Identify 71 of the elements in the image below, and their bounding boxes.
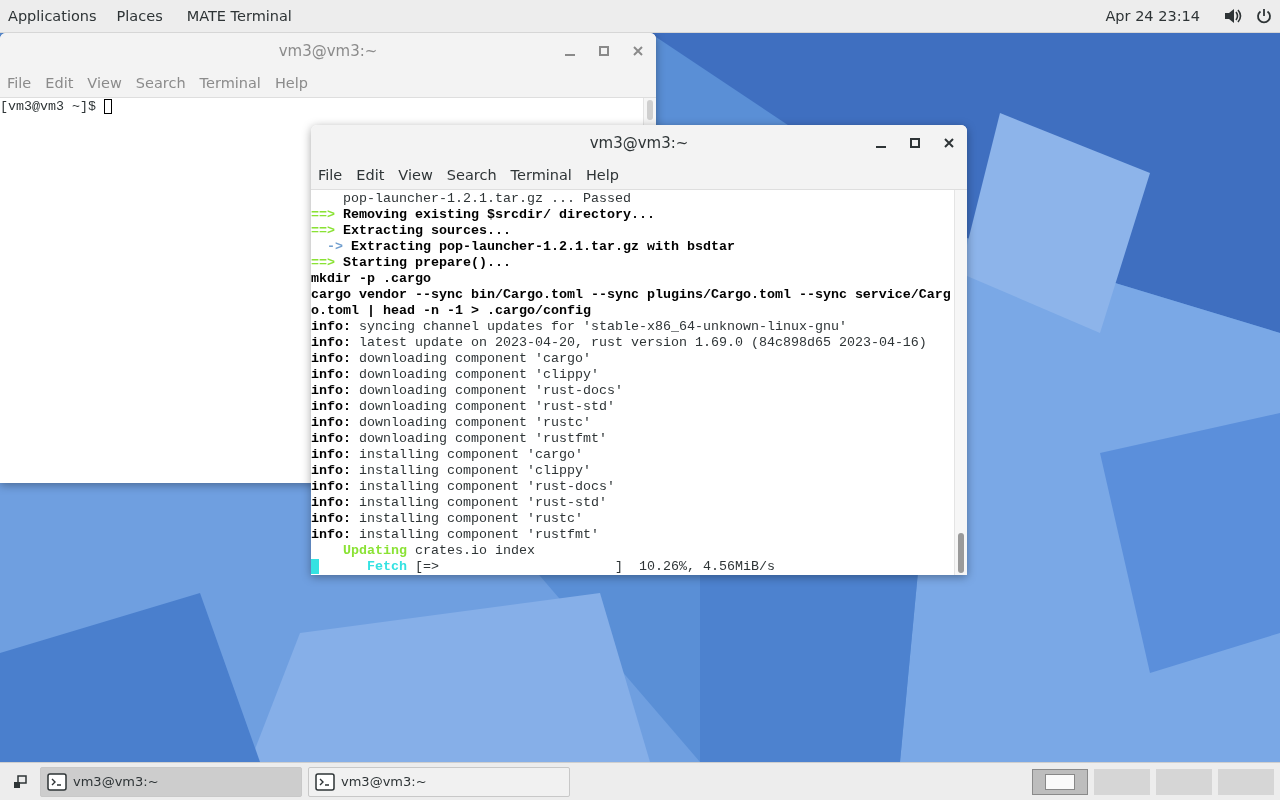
menu-item[interactable]: Search (446, 167, 497, 183)
terminal-text: info: (311, 479, 351, 495)
menu-item[interactable]: Edit (356, 167, 385, 183)
arrow-marker: Updating (342, 543, 407, 559)
terminal-text: downloading component 'rust-docs' (358, 383, 623, 399)
show-desktop-icon[interactable] (12, 773, 28, 790)
window-title: vm3@vm3:~ (278, 42, 378, 60)
panel-menu[interactable]: Places (116, 8, 163, 24)
maximize-icon[interactable] (910, 138, 920, 148)
clock[interactable]: Apr 24 23:14 (1105, 8, 1200, 24)
taskbar-button[interactable]: vm3@vm3:~ (40, 766, 302, 797)
volume-icon[interactable] (1224, 8, 1242, 24)
terminal-text: info: (311, 527, 351, 543)
terminal-text: info: (311, 351, 351, 367)
menu-item[interactable]: Terminal (510, 167, 572, 183)
terminal-text: downloading component 'rustc' (358, 415, 591, 431)
terminal-text: syncing channel updates for 'stable-x86_64-unknown-linux-gnu' (358, 319, 847, 335)
terminal-text: info: (311, 431, 351, 447)
terminal-text: crates.io index (413, 543, 535, 559)
terminal-text: o.toml | head -n -1 > .cargo/config (311, 303, 591, 319)
terminal-text: info: (311, 399, 351, 415)
scrollbar-thumb[interactable] (647, 100, 653, 120)
terminal-text: downloading component 'cargo' (358, 351, 591, 367)
terminal-text: info: (311, 367, 351, 383)
close-icon[interactable] (944, 138, 954, 148)
terminal-text: cargo vendor --sync bin/Cargo.toml --sync plugins/Cargo.toml --sync service/Carg (311, 287, 951, 303)
terminal-text: downloading component 'clippy' (358, 367, 599, 383)
power-icon[interactable] (1256, 8, 1272, 24)
terminal-text: info: (311, 447, 351, 463)
terminal-text: [vm3@vm3 ~]$ (0, 99, 97, 115)
menu-item[interactable]: View (398, 167, 433, 183)
status-label: Fetch (366, 559, 407, 575)
arrow-marker: -> (326, 239, 343, 255)
arrow-marker: ==> (311, 223, 335, 239)
terminal-text: installing component 'rust-std' (358, 495, 607, 511)
terminal-text: info: (311, 463, 351, 479)
terminal-icon (315, 772, 335, 791)
terminal-text: info: (311, 511, 351, 527)
taskbar-button[interactable]: vm3@vm3:~ (308, 766, 570, 797)
terminal-text: downloading component 'rust-std' (358, 399, 615, 415)
terminal-text: pop-launcher-1.2.1.tar.gz ... Passed (342, 191, 631, 207)
arrow-marker: ==> (311, 207, 335, 223)
terminal-text: info: (311, 335, 351, 351)
window-title: vm3@vm3:~ (589, 134, 689, 152)
workspace-button[interactable] (1032, 768, 1088, 795)
terminal-text: installing component 'rustc' (358, 511, 583, 527)
terminal-text: Extracting pop-launcher-1.2.1.tar.gz with bsdtar (350, 239, 735, 255)
scrollbar-thumb[interactable] (958, 533, 964, 573)
terminal-text: mkdir -p .cargo (311, 271, 431, 287)
terminal-text: Removing existing $srcdir/ directory... (342, 207, 655, 223)
terminal-text: installing component 'rust-docs' (358, 479, 615, 495)
terminal-text: [=> ] 10.26%, 4.56MiB/s (413, 559, 775, 575)
terminal-text: Extracting sources... (342, 223, 511, 239)
arrow-marker: ==> (311, 255, 335, 271)
menu-item[interactable]: File (318, 167, 343, 183)
text-cursor (311, 559, 319, 574)
terminal-text: latest update on 2023-04-20, rust version 1.69.0 (84c898d65 2023-04-16) (358, 335, 927, 351)
terminal-text: info: (311, 383, 351, 399)
terminal-text: info: (311, 415, 351, 431)
text-cursor (104, 99, 112, 114)
terminal-icon (47, 772, 67, 791)
terminal-text: installing component 'cargo' (358, 447, 583, 463)
terminal-text: Starting prepare()... (342, 255, 511, 271)
terminal-text: info: (311, 495, 351, 511)
terminal-text: downloading component 'rustfmt' (358, 431, 607, 447)
menu-item[interactable]: Help (585, 167, 619, 183)
terminal-text: info: (311, 319, 351, 335)
terminal-text: installing component 'rustfmt' (358, 527, 599, 543)
panel-menu[interactable]: MATE Terminal (186, 8, 292, 24)
terminal-text: installing component 'clippy' (358, 463, 591, 479)
panel-menu[interactable]: Applications (8, 8, 97, 24)
